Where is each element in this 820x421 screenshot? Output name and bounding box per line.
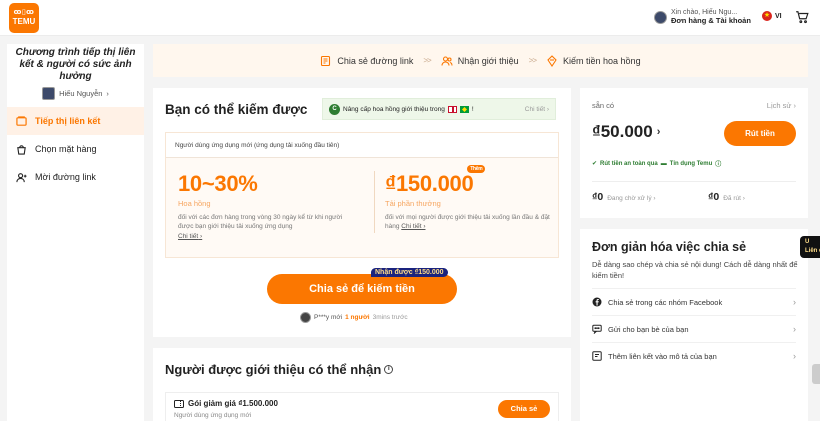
brazil-flag-icon [459, 105, 469, 113]
more-badge: Thêm [467, 165, 486, 173]
new-app-user-header: Người dùng ứng dụng mới (ứng dụng tải xu… [166, 133, 558, 158]
sidebar: Chương trình tiếp thị liên kết & người c… [7, 44, 144, 421]
logo-mark: ꝏ▯ꝏ [13, 9, 35, 16]
reward-label: Tải phần thưởng [385, 199, 441, 208]
share-link-icon [321, 55, 331, 66]
orders-account-link[interactable]: Đơn hàng & Tài khoản [671, 16, 751, 26]
available-label: sẵn có [592, 101, 615, 110]
commission-value: 10~30% [178, 171, 258, 196]
shopping-bag-icon [17, 145, 26, 155]
uk-flag-icon [447, 105, 457, 113]
avatar [42, 87, 56, 101]
sidebar-title: Chương trình tiếp thị liên kết & người c… [15, 47, 136, 82]
avatar [300, 312, 311, 323]
sidebar-item-label: Mời đường link [35, 172, 96, 183]
withdrawn-stat[interactable]: ₫0 Đã rút › [708, 191, 745, 203]
promo-detail-link[interactable]: Chi tiết › [525, 106, 549, 113]
safe-withdraw-note: ✔ Rút tiền an toàn qua ▬ Tín dụng Temu ⓘ [592, 160, 722, 169]
facebook-icon [592, 297, 602, 307]
recent-activity: P***y mới 1 người 3mins trước [300, 312, 408, 323]
avatar [654, 10, 667, 24]
reward-desc: đối với mọi người được giới thiệu tải xu… [385, 214, 550, 231]
users-icon [441, 55, 453, 66]
info-icon: ⓘ [715, 162, 722, 168]
side-tab[interactable] [812, 364, 820, 384]
pending-stat[interactable]: ₫0 Đang chờ xử lý › [592, 191, 656, 203]
info-icon[interactable]: i [384, 365, 394, 374]
share-facebook-item[interactable]: Chia sẻ trong các nhóm Facebook › [592, 288, 796, 315]
commission-desc: đối với các đơn hàng trong vòng 30 ngày … [178, 214, 343, 240]
voucher-row: Gói giảm giá ₫1.500.000 Người dùng ứng d… [165, 392, 559, 421]
language-label: VI [775, 12, 782, 20]
promo-exclaim: ! [471, 105, 474, 113]
chat-icon [592, 324, 602, 334]
step-label: Nhận giới thiệu [457, 55, 519, 66]
share-to-earn-button[interactable]: Chia sẻ để kiếm tiền [267, 274, 457, 304]
available-amount[interactable]: ₫50.000 › [592, 122, 660, 142]
add-link-description-item[interactable]: Thêm liên kết vào mô tả của bạn › [592, 342, 796, 369]
shield-check-icon: ✔ [592, 161, 598, 167]
divider [592, 181, 796, 182]
top-bar: ꝏ▯ꝏ TEMU Xin chào, Hiếu Ngu... Đơn hàng … [0, 0, 820, 36]
referred-title: Người được giới thiệu có thể nhận i [165, 362, 394, 377]
link-description-icon [592, 351, 602, 361]
affiliate-icon [16, 116, 27, 126]
promo-text: Nâng cấp hoa hồng giới thiệu trong [343, 105, 445, 113]
voucher-sub: Người dùng ứng dụng mới [174, 412, 252, 419]
step-separator: >> [423, 56, 431, 65]
logo-text: TEMU [12, 17, 36, 26]
earn-box: Người dùng ứng dụng mới (ứng dụng tải xu… [165, 132, 559, 258]
commission-label: Hoa hồng [178, 199, 211, 208]
upgrade-icon: C [329, 103, 340, 115]
bonus-tag: Nhận được ₫150.000 [371, 268, 448, 277]
commission-column: 10~30% Hoa hồng đối với các đơn hàng tro… [178, 171, 368, 241]
earn-card: Bạn có thể kiếm được C Nâng cấp hoa hồng… [153, 88, 571, 337]
simplify-desc: Dễ dàng sao chép và chia sẻ nội dung! Cá… [592, 260, 798, 280]
voucher-share-button[interactable]: Chia sẻ [498, 400, 550, 418]
earn-title: Bạn có thể kiếm được [165, 102, 308, 117]
sidebar-item-choose-products[interactable]: Chọn mặt hàng [7, 135, 144, 163]
simplify-title: Đơn giản hóa việc chia sẻ [592, 240, 747, 254]
side-popup[interactable]: U Liên độ [800, 236, 820, 258]
vietnam-flag-icon: ★ [762, 11, 772, 21]
language-selector[interactable]: ★ VI [762, 11, 782, 21]
chevron-right-icon: › [106, 89, 109, 99]
step-label: Chia sẻ đường link [337, 55, 414, 66]
referred-card: Người được giới thiệu có thể nhận i Gói … [153, 348, 571, 421]
step-earn-commission: Kiếm tiền hoa hồng [546, 54, 641, 67]
withdraw-button[interactable]: Rút tiền [724, 121, 796, 146]
account-menu[interactable]: Xin chào, Hiếu Ngu... Đơn hàng & Tài kho… [654, 9, 751, 26]
chevron-right-icon: › [656, 126, 661, 138]
chevron-right-icon: › [793, 297, 796, 307]
commission-detail-link[interactable]: Chi tiết › [178, 233, 202, 240]
sidebar-item-label: Tiếp thị liên kết [35, 116, 101, 127]
sidebar-item-affiliate[interactable]: Tiếp thị liên kết [7, 107, 144, 136]
coupon-icon [174, 399, 184, 408]
chevron-right-icon: › [793, 324, 796, 334]
voucher-title: Gói giảm giá ₫1.500.000 [174, 399, 278, 408]
temu-logo[interactable]: ꝏ▯ꝏ TEMU [9, 3, 39, 33]
step-label: Kiếm tiền hoa hồng [563, 55, 641, 66]
sidebar-item-invite-link[interactable]: Mời đường link [7, 163, 144, 191]
card-icon: ▬ [660, 160, 667, 167]
step-separator: >> [528, 56, 537, 65]
reward-column: ₫150.000 Thêm Tải phần thưởng đối với mọ… [374, 165, 564, 233]
user-name: Hiếu Nguyễn [59, 89, 103, 99]
step-share-link: Chia sẻ đường link [320, 55, 413, 67]
sidebar-item-label: Chọn mặt hàng [35, 144, 97, 155]
chevron-right-icon: › [793, 351, 796, 361]
add-user-icon [16, 172, 27, 183]
steps-bar: Chia sẻ đường link >> Nhận giới thiệu >>… [153, 44, 808, 77]
sidebar-user[interactable]: Hiếu Nguyễn › [7, 87, 144, 101]
history-link[interactable]: Lịch sử › [767, 101, 796, 110]
reward-value: ₫150.000 Thêm [385, 165, 486, 197]
send-friends-item[interactable]: Gửi cho bạn bè của bạn › [592, 315, 796, 342]
cart-icon[interactable] [795, 10, 809, 24]
wallet-card: sẵn có Lịch sử › ₫50.000 › Rút tiền ✔ Rút… [580, 88, 808, 218]
commission-icon [547, 54, 557, 67]
reward-detail-link[interactable]: Chi tiết › [401, 223, 425, 230]
promo-banner[interactable]: C Nâng cấp hoa hồng giới thiệu trong ! C… [322, 98, 556, 120]
step-get-referrals: Nhận giới thiệu [441, 55, 519, 67]
simplify-sharing-card: Đơn giản hóa việc chia sẻ Dễ dàng sao ch… [580, 229, 808, 421]
